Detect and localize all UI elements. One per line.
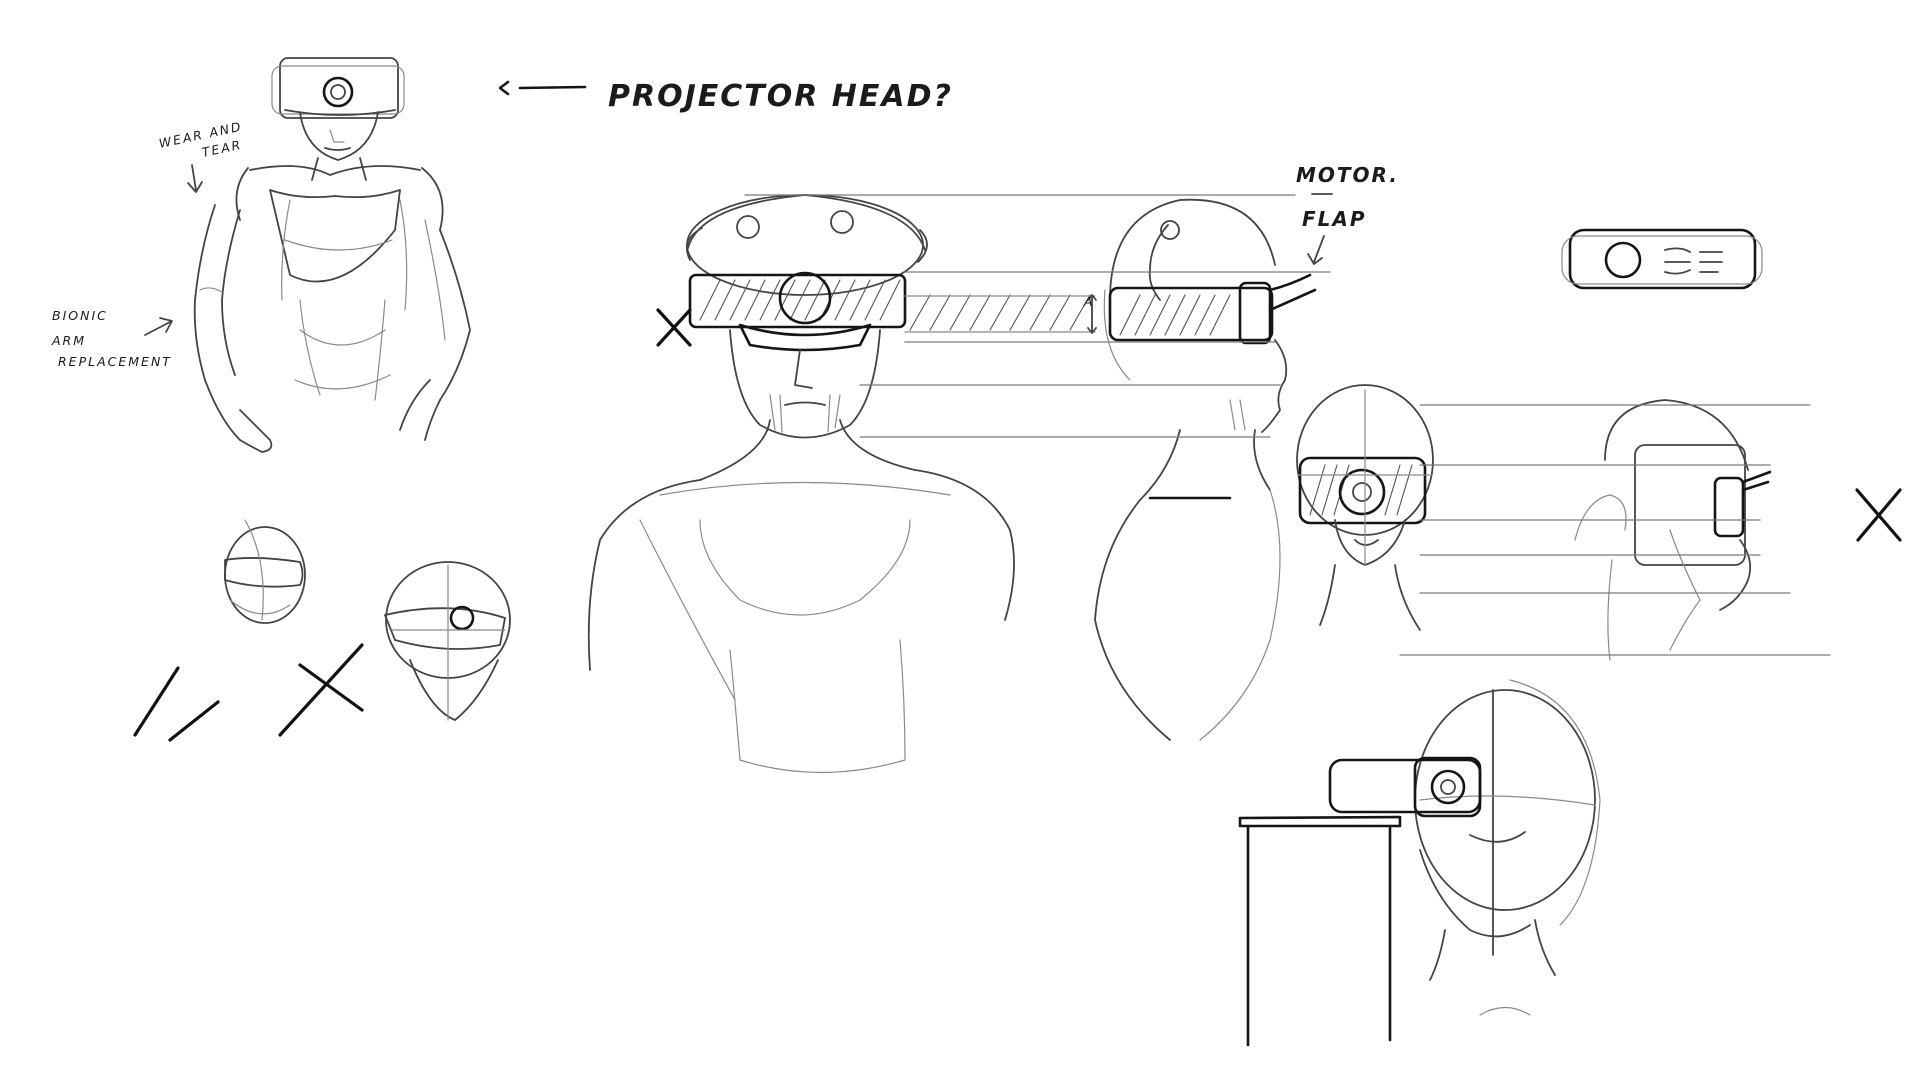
annotation-motor-flap: MOTOR. FLAP	[1296, 163, 1399, 265]
construction-guides-right	[1399, 404, 1831, 656]
small-head-sketch-2	[384, 561, 511, 721]
projector-device-detail	[1561, 228, 1763, 290]
construction-guides-center: A	[744, 194, 1331, 438]
bionic-label-line3: REPLACEMENT	[58, 354, 172, 369]
side-head-sketch-right	[1574, 399, 1772, 661]
small-head-sketch-1	[224, 519, 306, 624]
dimension-label: A	[1083, 294, 1095, 309]
front-head-sketch-right	[1296, 384, 1434, 631]
side-profile-sketch	[1094, 198, 1317, 741]
reject-mark-3	[656, 308, 692, 347]
sketch-sheet: PROJECTOR HEAD? WEAR AND TEAR BIONIC ARM…	[51, 57, 1902, 1047]
reject-mark-1	[133, 666, 220, 742]
motor-label: MOTOR.	[1296, 163, 1399, 187]
head-with-table-projector-sketch	[1238, 679, 1601, 1047]
front-bust-sketch	[587, 194, 1015, 774]
annotation-projector-head: PROJECTOR HEAD?	[498, 79, 953, 114]
annotation-bionic-arm: BIONIC ARM REPLACEMENT	[51, 308, 173, 369]
bionic-label-line2: ARM	[51, 333, 86, 348]
reject-mark-2	[278, 643, 364, 737]
annotation-wear-and-tear: WEAR AND TEAR	[158, 119, 244, 193]
bionic-label-line1: BIONIC	[52, 308, 108, 323]
figure-sketch-topleft	[193, 57, 471, 453]
flap-label: FLAP	[1302, 207, 1367, 231]
projector-head-label: PROJECTOR HEAD?	[608, 79, 953, 114]
reject-mark-4	[1855, 488, 1902, 542]
